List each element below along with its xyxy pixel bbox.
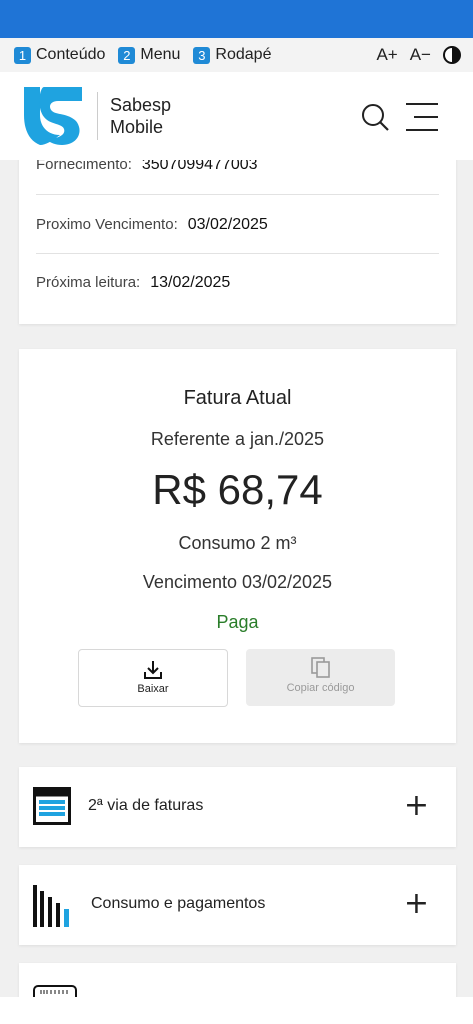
invoice-icon <box>33 787 71 825</box>
skip-to-menu-link[interactable]: 2 Menu <box>118 46 180 64</box>
vencimento-row: Proximo Vencimento: 03/02/2025 <box>36 216 439 234</box>
download-label: Baixar <box>137 683 169 695</box>
divider <box>36 194 439 195</box>
brand-line-2: Mobile <box>110 117 164 137</box>
brand-divider <box>97 92 98 140</box>
brand-name: Sabesp Mobile <box>110 94 171 138</box>
divider <box>36 253 439 254</box>
bottom-edge <box>0 997 473 1024</box>
skip-link-label: Rodapé <box>215 46 272 63</box>
accordion-label: Consumo e pagamentos <box>91 895 266 912</box>
leitura-row: Próxima leitura: 13/02/2025 <box>36 274 439 292</box>
skip-link-label: Menu <box>140 46 181 63</box>
font-increase-button[interactable]: A+ <box>376 45 397 65</box>
bar-chart-icon <box>33 885 69 927</box>
expand-plus-icon[interactable]: + <box>404 889 429 919</box>
font-decrease-button[interactable]: A− <box>410 45 431 65</box>
app-header: Sabesp Mobile <box>0 72 473 160</box>
search-icon[interactable] <box>360 102 390 132</box>
supply-info-card: Fornecimento: 3507099477003 Proximo Venci… <box>19 140 456 324</box>
sabesp-logo-icon[interactable] <box>22 85 84 147</box>
font-controls: A+ A− <box>364 38 461 72</box>
skip-to-footer-link[interactable]: 3 Rodapé <box>193 46 271 64</box>
download-button[interactable]: Baixar <box>78 649 228 707</box>
leitura-value: 13/02/2025 <box>150 274 231 291</box>
vencimento-label: Proximo Vencimento: <box>36 216 178 233</box>
copy-code-label: Copiar código <box>286 682 355 694</box>
hamburger-menu-icon[interactable] <box>406 102 438 132</box>
leitura-label: Próxima leitura: <box>36 274 141 291</box>
expand-plus-icon[interactable]: + <box>404 791 429 821</box>
shortcut-number: 2 <box>118 46 136 64</box>
invoice-consumption: Consumo 2 m³ <box>178 533 297 553</box>
invoice-reference: Referente a jan./2025 <box>150 429 325 449</box>
invoice-due-date: Vencimento 03/02/2025 <box>142 572 333 592</box>
invoice-status: Paga <box>216 612 259 632</box>
skip-link-label: Conteúdo <box>36 46 106 63</box>
status-bar <box>0 0 473 38</box>
contrast-toggle-icon[interactable] <box>443 46 461 64</box>
vencimento-value: 03/02/2025 <box>187 216 268 233</box>
current-invoice-card: Fatura Atual Referente a jan./2025 R$ 68… <box>19 349 456 743</box>
accordion-2a-via-faturas[interactable]: 2ª via de faturas + <box>19 767 456 847</box>
shortcut-number: 3 <box>193 46 211 64</box>
invoice-amount: R$ 68,74 <box>152 466 323 513</box>
accessibility-bar: 1 Conteúdo 2 Menu 3 Rodapé A+ A− <box>0 38 473 72</box>
copy-icon <box>311 657 330 678</box>
accordion-consumo-pagamentos[interactable]: Consumo e pagamentos + <box>19 865 456 945</box>
brand-line-1: Sabesp <box>110 95 172 115</box>
skip-to-content-link[interactable]: 1 Conteúdo <box>14 46 105 64</box>
accordion-label: 2ª via de faturas <box>88 797 204 814</box>
invoice-title: Fatura Atual <box>183 387 292 409</box>
copy-code-button[interactable]: Copiar código <box>246 649 395 706</box>
shortcut-number: 1 <box>14 46 31 64</box>
download-icon <box>144 661 162 679</box>
